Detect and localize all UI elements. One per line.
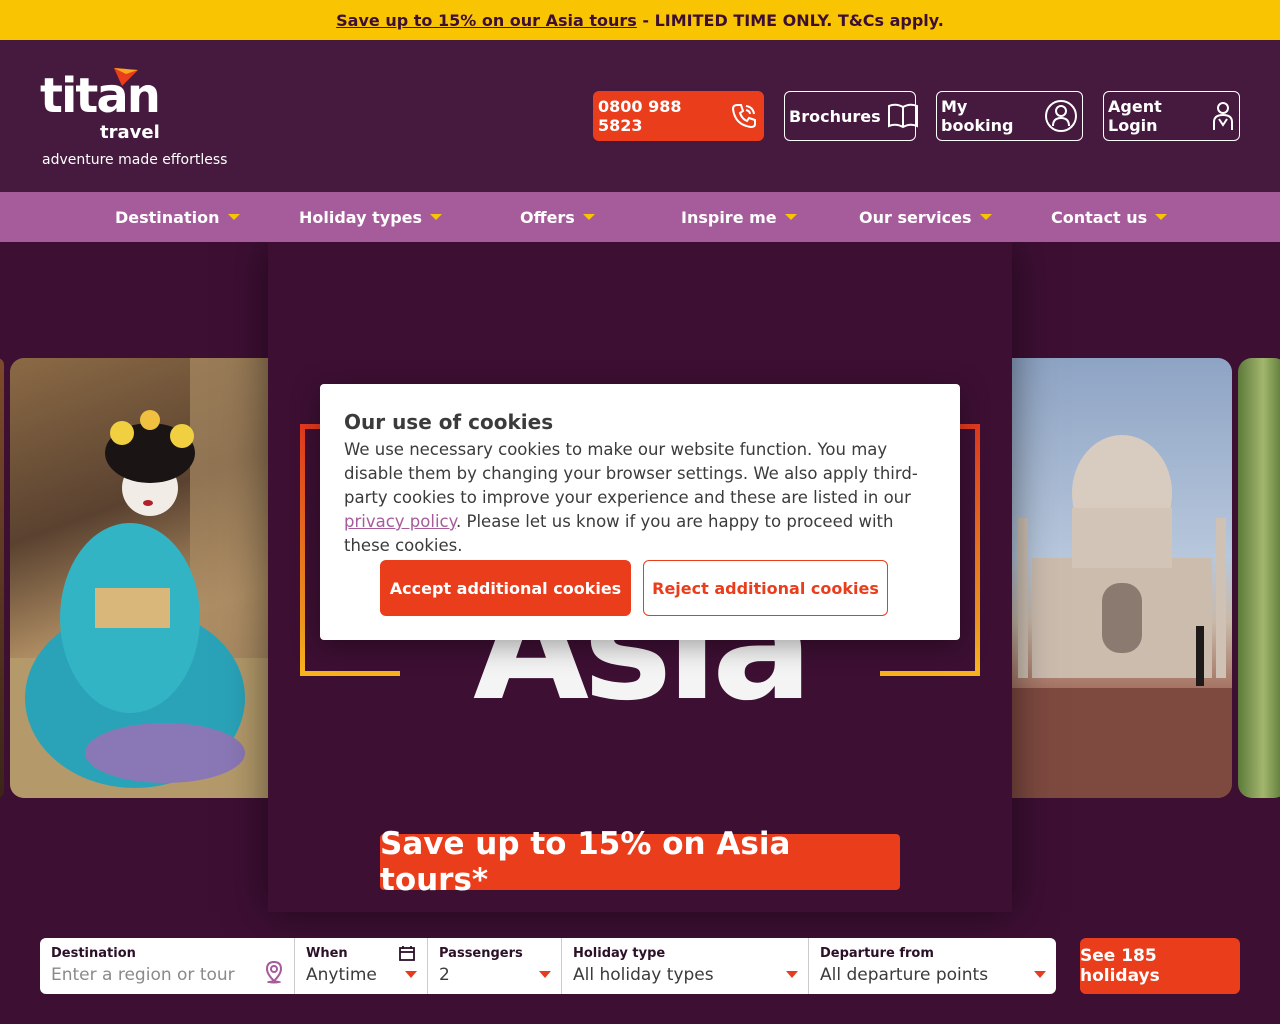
nav-offers[interactable]: Offers: [520, 192, 595, 242]
accept-cookies-button[interactable]: Accept additional cookies: [380, 560, 631, 616]
nav-our-services[interactable]: Our services: [859, 192, 992, 242]
privacy-policy-link[interactable]: privacy policy: [344, 512, 456, 531]
my-booking-label: My booking: [941, 97, 1014, 135]
agent-login-button[interactable]: Agent Login: [1103, 91, 1240, 141]
tagline: adventure made effortless: [42, 152, 228, 168]
user-icon: [1045, 100, 1077, 132]
pin-icon: [265, 960, 283, 984]
destination-label: Destination: [51, 946, 136, 961]
my-booking-button[interactable]: My booking: [936, 91, 1083, 141]
reject-cookies-button[interactable]: Reject additional cookies: [643, 560, 888, 616]
passengers-label: Passengers: [439, 946, 523, 961]
brochures-button[interactable]: Brochures: [784, 91, 918, 141]
passengers-value: 2: [439, 965, 450, 985]
nav-label: Contact us: [1051, 207, 1148, 227]
agent-login-label: Agent Login: [1108, 97, 1162, 135]
holiday-type-label: Holiday type: [573, 946, 666, 961]
see-holidays-button[interactable]: See 185 holidays: [1080, 938, 1240, 994]
nav-label: Inspire me: [681, 207, 777, 227]
passengers-field[interactable]: Passengers 2: [428, 938, 562, 994]
departure-field[interactable]: Departure from All departure points: [809, 938, 1056, 994]
nav-inspire-me[interactable]: Inspire me: [681, 192, 797, 242]
site-header: titan travel adventure made effortless 0…: [0, 40, 1280, 192]
brochures-label: Brochures: [789, 106, 881, 126]
destination-input[interactable]: Enter a region or tour: [51, 965, 284, 985]
destination-field[interactable]: Destination Enter a region or tour: [40, 938, 295, 994]
caret-icon: [979, 214, 992, 220]
hero-offer-banner[interactable]: Save up to 15% on Asia tours*: [380, 826, 900, 898]
hero-image-jungle: [1238, 358, 1280, 798]
nav-label: Holiday types: [299, 207, 423, 227]
agent-icon: [1213, 102, 1233, 130]
cookie-text-before: We use necessary cookies to make our web…: [344, 440, 918, 507]
caret-icon: [1155, 214, 1168, 220]
phone-icon: [731, 104, 756, 129]
cookie-title: Our use of cookies: [344, 410, 554, 434]
departure-value: All departure points: [820, 965, 989, 985]
holiday-type-dropdown-icon: [786, 971, 798, 978]
nav-label: Destination: [115, 207, 220, 227]
calendar-icon: [399, 946, 415, 961]
promo-link[interactable]: Save up to 15% on our Asia tours: [336, 11, 637, 30]
when-dropdown-icon: [405, 971, 417, 978]
holiday-type-value: All holiday types: [573, 965, 714, 985]
logo-word: titan: [40, 68, 161, 124]
nav-destination[interactable]: Destination: [115, 192, 240, 242]
caret-icon: [582, 214, 595, 220]
caret-icon: [784, 214, 797, 220]
logo[interactable]: titan travel adventure made effortless: [40, 66, 230, 176]
hero-image-geisha: [10, 358, 268, 798]
cookie-text: We use necessary cookies to make our web…: [344, 438, 936, 558]
cookie-dialog: Our use of cookies We use necessary cook…: [320, 384, 960, 640]
geisha-illustration: [10, 358, 268, 798]
nav-label: Offers: [520, 207, 575, 227]
phone-number: 0800 988 5823: [598, 97, 682, 135]
phone-button[interactable]: 0800 988 5823: [593, 91, 764, 141]
promo-text: - LIMITED TIME ONLY. T&Cs apply.: [636, 10, 944, 30]
logo-sub: travel: [100, 122, 160, 143]
nav-contact-us[interactable]: Contact us: [1051, 192, 1168, 242]
main-nav: Destination Holiday types Offers Inspire…: [0, 192, 1280, 242]
hero-image-sliver: [0, 358, 4, 798]
promo-bar: Save up to 15% on our Asia tours - LIMIT…: [0, 0, 1280, 40]
departure-dropdown-icon: [1034, 971, 1046, 978]
departure-label: Departure from: [820, 946, 934, 961]
nav-holiday-types[interactable]: Holiday types: [299, 192, 443, 242]
when-value: Anytime: [306, 965, 377, 985]
caret-icon: [227, 214, 240, 220]
when-field[interactable]: When Anytime: [295, 938, 428, 994]
book-icon: [887, 103, 918, 129]
nav-label: Our services: [859, 207, 972, 227]
search-bar: Destination Enter a region or tour When …: [40, 938, 1056, 994]
taj-mahal-illustration: [1012, 435, 1232, 798]
hero-image-taj-mahal: [1012, 358, 1232, 798]
caret-icon: [430, 214, 443, 220]
passengers-dropdown-icon: [539, 971, 551, 978]
holiday-type-field[interactable]: Holiday type All holiday types: [562, 938, 809, 994]
